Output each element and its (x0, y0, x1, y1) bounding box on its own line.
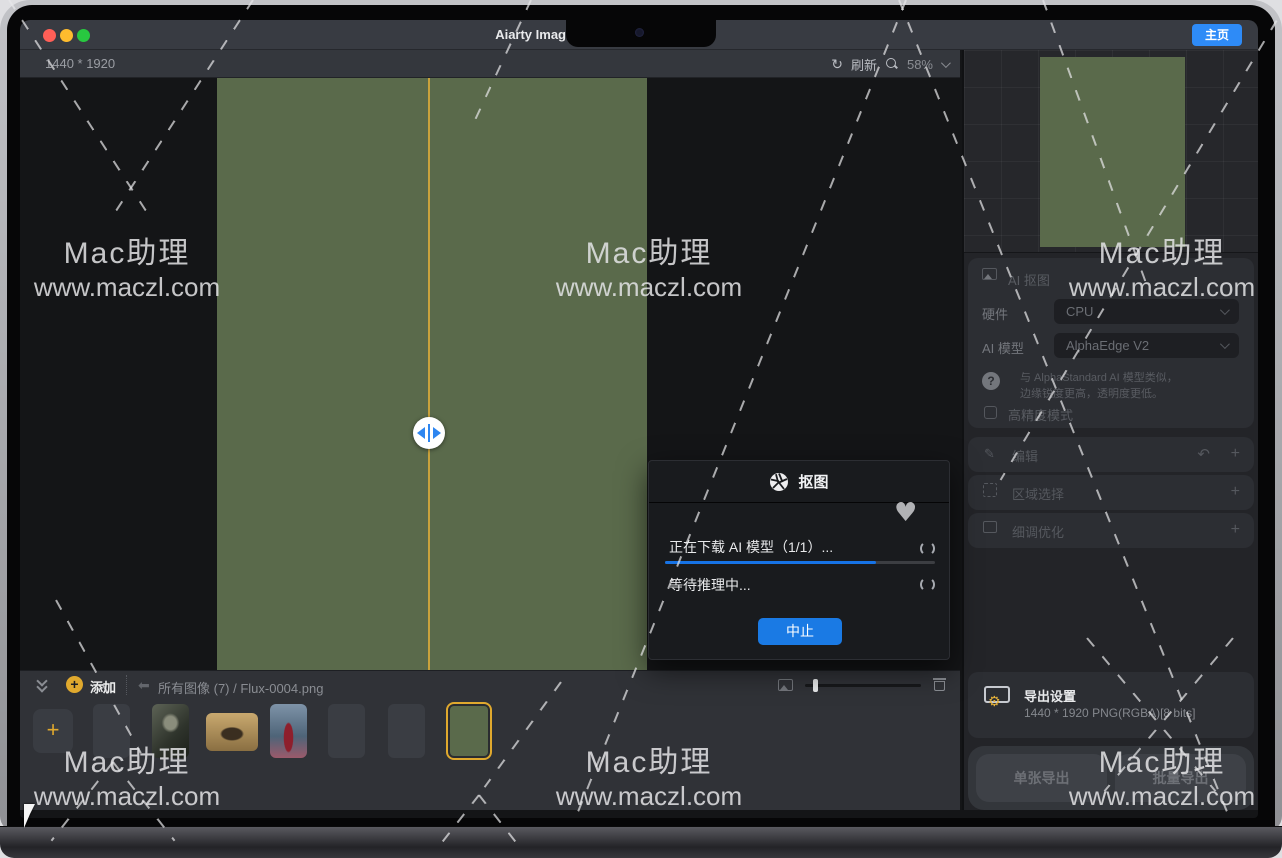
refresh-icon: ↻ (831, 56, 843, 73)
maximize-window-button[interactable] (77, 29, 90, 42)
ai-matting-title: AI 抠图 (1008, 270, 1050, 289)
download-progress-fill (665, 561, 876, 564)
edit-panel[interactable]: ✎ 编辑 ↶ + (968, 437, 1254, 472)
compare-divider-line (428, 78, 430, 670)
chevron-down-icon (1220, 305, 1230, 315)
expand-plus-icon[interactable]: + (1231, 521, 1240, 539)
fine-tune-panel[interactable]: 细调优化 + (968, 513, 1254, 548)
model-hint-line1: 与 AlphaStandard AI 模型类似， (1020, 370, 1178, 386)
right-panel: AI 抠图 硬件 CPU AI 模型 AlphaEdge V2 ? 与 Alph… (962, 50, 1258, 810)
hardware-value: CPU (1066, 304, 1093, 319)
export-settings-format: 1440 * 1920 PNG(RGBA)[8 bits] (1024, 706, 1195, 720)
export-buttons-row: 单张导出 批量导出 (968, 746, 1254, 810)
expand-plus-icon[interactable]: + (1231, 483, 1240, 501)
filmstrip-thumbnail[interactable] (152, 704, 189, 758)
undo-icon[interactable]: ↶ (1197, 445, 1210, 463)
model-label: AI 模型 (982, 338, 1024, 357)
ai-matting-icon (982, 268, 997, 283)
dialog-header: 抠图 (649, 461, 949, 503)
inference-status-text: 等待推理中... (669, 575, 751, 595)
edit-panel-label: 编辑 (1012, 446, 1038, 465)
window-title: Aiarty Imag (380, 27, 566, 42)
filmstrip-thumbnail[interactable] (270, 704, 307, 758)
region-select-label: 区域选择 (1012, 484, 1064, 503)
compare-slider-handle[interactable] (413, 417, 445, 449)
aperture-icon (769, 472, 789, 492)
edit-icon: ✎ (984, 446, 995, 462)
thumbnail-size-slider[interactable] (805, 678, 921, 692)
fine-tune-label: 细调优化 (1012, 522, 1064, 541)
download-progress-bar (665, 561, 935, 564)
mouse-cursor (24, 804, 35, 828)
hardware-label: 硬件 (982, 304, 1008, 323)
model-hint: 与 AlphaStandard AI 模型类似， 边缘锐度更高，透明度更低。 (1020, 370, 1178, 402)
model-value: AlphaEdge V2 (1066, 338, 1149, 353)
heart-icon: ♥ (894, 498, 917, 528)
single-export-button[interactable]: 单张导出 (976, 754, 1107, 802)
export-settings-section[interactable]: ⚙ 导出设置 1440 * 1920 PNG(RGBA)[8 bits] (968, 672, 1254, 738)
image-dimensions: 1440 * 1920 (45, 56, 115, 71)
ai-matting-section: AI 抠图 硬件 CPU AI 模型 AlphaEdge V2 ? 与 Alph… (968, 258, 1254, 428)
minimize-window-button[interactable] (60, 29, 73, 42)
high-precision-label: 高精度模式 (1008, 405, 1073, 424)
expand-plus-icon[interactable]: + (1231, 445, 1240, 463)
download-status-text: 正在下载 AI 模型（1/1）... (669, 537, 833, 557)
export-settings-icon: ⚙ (982, 686, 1012, 710)
model-select[interactable]: AlphaEdge V2 (1054, 333, 1239, 358)
slider-knob[interactable] (813, 679, 818, 692)
chevron-down-icon (1220, 339, 1230, 349)
zoom-icon (885, 57, 899, 71)
filmstrip-thumbnail[interactable] (388, 704, 425, 758)
high-precision-checkbox[interactable] (984, 406, 997, 419)
filmstrip-header: + 添加 ⬅ 所有图像 (7) / Flux-0004.png (20, 671, 960, 699)
filmstrip-thumbnail-selected[interactable] (446, 702, 492, 760)
breadcrumb: 所有图像 (7) / Flux-0004.png (158, 678, 323, 697)
chevron-down-icon[interactable] (941, 58, 951, 68)
thumbnail-size-icon (778, 679, 793, 691)
back-arrow-icon[interactable]: ⬅ (138, 677, 150, 694)
home-button[interactable]: 主页 (1192, 24, 1242, 46)
add-image-tile[interactable]: + (33, 709, 73, 753)
export-settings-title: 导出设置 (1024, 686, 1076, 705)
hardware-select[interactable]: CPU (1054, 299, 1239, 324)
add-image-icon[interactable]: + (66, 676, 83, 693)
inference-spinner-icon (920, 577, 935, 592)
laptop-chin (0, 826, 1282, 858)
model-hint-line2: 边缘锐度更高，透明度更低。 (1020, 386, 1178, 402)
gear-icon: ⚙ (988, 695, 1001, 709)
display-notch (566, 20, 716, 47)
selected-thumbnail-image (450, 706, 488, 756)
screenshot-stage: Aiarty Imag 主页 1440 * 1920 ↻ 刷新 58% (0, 0, 1282, 858)
preview-image (217, 78, 647, 670)
arrow-right-icon (433, 427, 441, 439)
viewer-toolbar: 1440 * 1920 ↻ 刷新 58% (20, 50, 960, 78)
separator (126, 675, 127, 695)
fine-tune-icon (983, 521, 997, 533)
zoom-level[interactable]: 58% (907, 57, 933, 72)
filmstrip: + 添加 ⬅ 所有图像 (7) / Flux-0004.png + (20, 670, 960, 810)
app-window: Aiarty Imag 主页 1440 * 1920 ↻ 刷新 58% (20, 20, 1258, 818)
matting-progress-dialog: 抠图 正在下载 AI 模型（1/1）... 等待推理中... 中止 (648, 460, 950, 660)
result-preview-thumbnail (1040, 57, 1185, 247)
trash-icon[interactable] (933, 678, 946, 692)
filmstrip-thumbnail[interactable] (206, 713, 258, 751)
camera-dot (635, 28, 644, 37)
filmstrip-thumbnail[interactable] (93, 704, 130, 758)
download-spinner-icon (920, 541, 935, 556)
region-select-icon (983, 483, 997, 497)
abort-button[interactable]: 中止 (758, 618, 842, 645)
close-window-button[interactable] (43, 29, 56, 42)
add-image-label[interactable]: 添加 (90, 677, 116, 696)
collapse-filmstrip-icon[interactable] (38, 677, 48, 691)
filmstrip-thumbnail[interactable] (328, 704, 365, 758)
batch-export-button[interactable]: 批量导出 (1115, 754, 1246, 802)
handle-bar (428, 424, 430, 442)
dialog-title: 抠图 (798, 471, 828, 492)
transparency-grid (964, 50, 1258, 253)
region-select-panel[interactable]: 区域选择 + (968, 475, 1254, 510)
refresh-button[interactable]: 刷新 (851, 55, 877, 74)
arrow-left-icon (417, 427, 425, 439)
help-icon[interactable]: ? (982, 372, 1000, 390)
